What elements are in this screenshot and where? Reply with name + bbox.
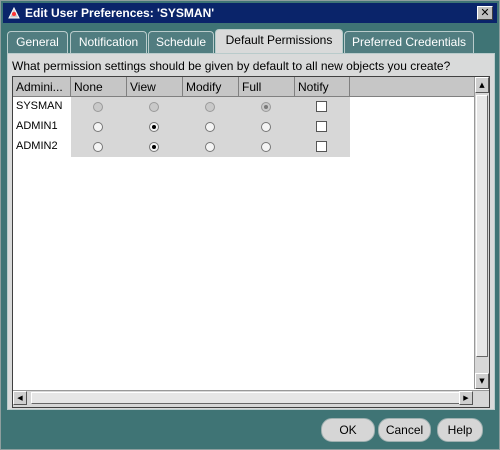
tab-default-permissions[interactable]: Default Permissions [215, 29, 343, 54]
close-icon: ✕ [480, 6, 490, 19]
tab-strip: General Notification Schedule Default Pe… [7, 29, 495, 54]
radio-sysman-modify [205, 102, 215, 112]
radio-admin1-full[interactable] [261, 122, 271, 132]
scroll-down-icon[interactable]: ▼ [475, 373, 489, 389]
default-permissions-panel: What permission settings should be given… [7, 53, 495, 410]
permissions-prompt: What permission settings should be given… [12, 59, 451, 73]
row-name-sysman: SYSMAN [16, 100, 63, 112]
radio-admin1-view[interactable] [149, 122, 159, 132]
radio-admin1-none[interactable] [93, 122, 103, 132]
radio-sysman-full [261, 102, 271, 112]
tab-schedule[interactable]: Schedule [148, 31, 214, 54]
radio-admin2-modify[interactable] [205, 142, 215, 152]
vertical-scrollbar[interactable]: ▲ ▼ [474, 77, 489, 389]
column-header-administrator[interactable]: Admini... [13, 77, 71, 97]
row-name-admin1: ADMIN1 [16, 120, 58, 132]
checkbox-admin1-notify[interactable] [316, 121, 327, 132]
checkbox-sysman-notify[interactable] [316, 101, 327, 112]
tab-general[interactable]: General [7, 31, 68, 54]
scroll-up-icon[interactable]: ▲ [475, 77, 489, 93]
preferences-dialog: Edit User Preferences: 'SYSMAN' ✕ Genera… [0, 0, 500, 450]
close-button[interactable]: ✕ [477, 6, 493, 20]
radio-admin2-none[interactable] [93, 142, 103, 152]
radio-admin1-modify[interactable] [205, 122, 215, 132]
tab-preferred-credentials[interactable]: Preferred Credentials [344, 31, 474, 54]
column-header-modify[interactable]: Modify [183, 77, 239, 97]
ok-button[interactable]: OK [321, 418, 375, 442]
horizontal-scrollbar[interactable]: ◀ ▶ [13, 390, 489, 407]
radio-sysman-none [93, 102, 103, 112]
dialog-title: Edit User Preferences: 'SYSMAN' [25, 6, 215, 20]
horizontal-scroll-thumb[interactable] [31, 392, 461, 404]
checkbox-admin2-notify[interactable] [316, 141, 327, 152]
title-bar: Edit User Preferences: 'SYSMAN' ✕ [3, 3, 497, 23]
column-header-full[interactable]: Full [239, 77, 295, 97]
vertical-scroll-thumb[interactable] [476, 95, 488, 357]
radio-sysman-view [149, 102, 159, 112]
help-button[interactable]: Help [437, 418, 483, 442]
cancel-button[interactable]: Cancel [378, 418, 431, 442]
scroll-right-icon[interactable]: ▶ [459, 391, 473, 405]
scroll-left-icon[interactable]: ◀ [13, 391, 27, 405]
app-icon [7, 6, 21, 20]
tab-notification[interactable]: Notification [70, 31, 147, 54]
permissions-table: Admini... None View Modify Full Notify S… [12, 76, 490, 408]
column-header-view[interactable]: View [127, 77, 183, 97]
column-header-notify[interactable]: Notify [295, 77, 350, 97]
row-name-admin2: ADMIN2 [16, 140, 58, 152]
radio-admin2-view[interactable] [149, 142, 159, 152]
column-header-empty [350, 77, 475, 97]
column-header-none[interactable]: None [71, 77, 127, 97]
radio-admin2-full[interactable] [261, 142, 271, 152]
